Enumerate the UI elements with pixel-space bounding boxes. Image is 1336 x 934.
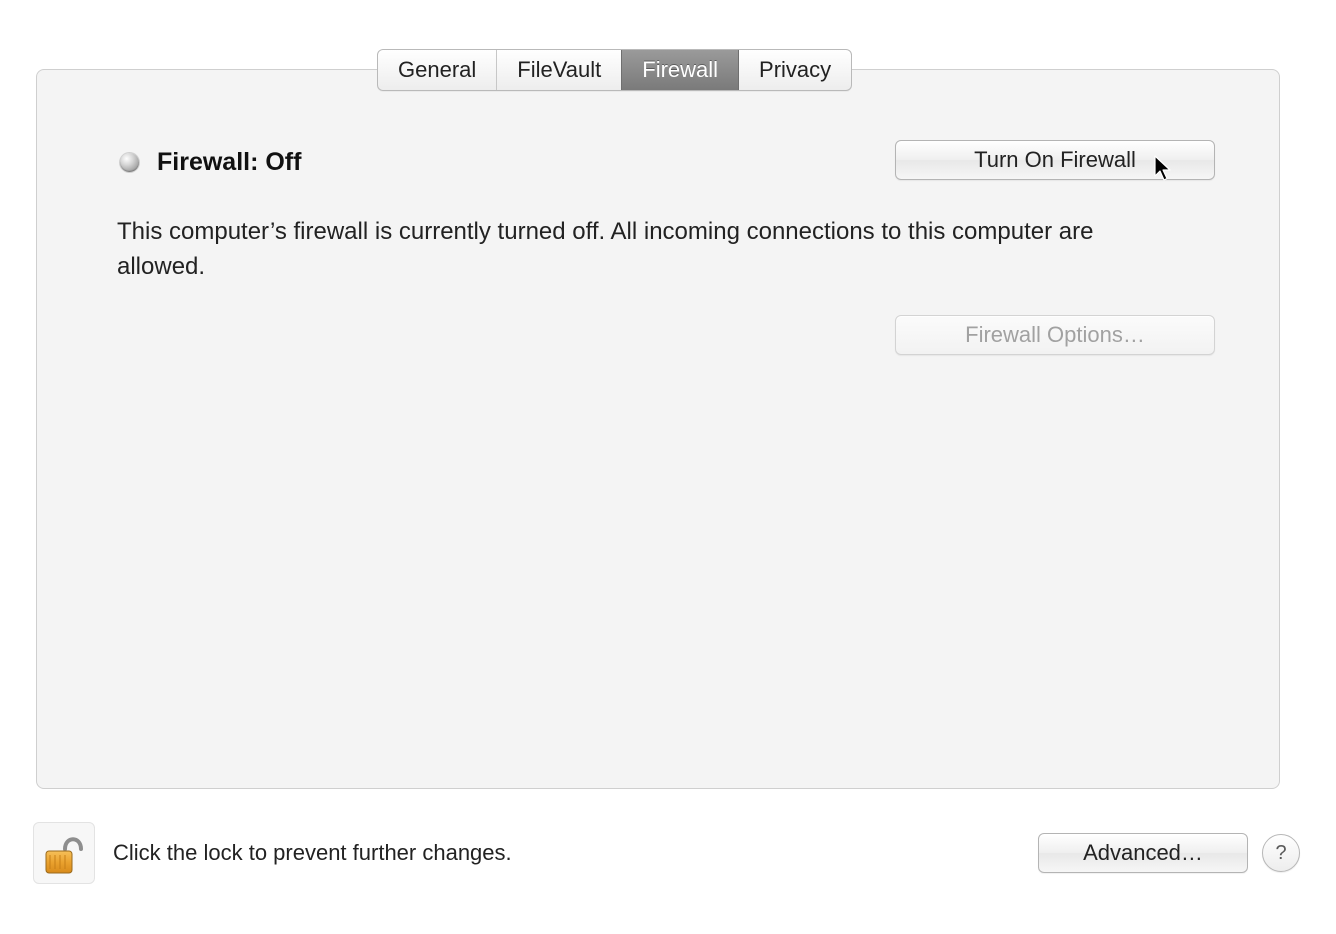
advanced-button[interactable]: Advanced… bbox=[1038, 833, 1248, 873]
tab-general[interactable]: General bbox=[378, 50, 496, 90]
lock-hint-text: Click the lock to prevent further change… bbox=[113, 840, 1038, 866]
firewall-status-title: Firewall: Off bbox=[157, 148, 301, 177]
footer-bar: Click the lock to prevent further change… bbox=[33, 818, 1300, 888]
security-tabs: General FileVault Firewall Privacy bbox=[377, 49, 852, 91]
tab-privacy[interactable]: Privacy bbox=[738, 50, 851, 90]
tab-filevault[interactable]: FileVault bbox=[496, 50, 621, 90]
unlocked-lock-icon bbox=[43, 829, 85, 877]
help-button[interactable]: ? bbox=[1262, 834, 1300, 872]
tab-firewall[interactable]: Firewall bbox=[621, 50, 738, 90]
firewall-description: This computer’s firewall is currently tu… bbox=[117, 215, 1117, 285]
status-indicator-icon bbox=[120, 153, 139, 172]
firewall-status-row: Firewall: Off bbox=[120, 148, 301, 177]
lock-button[interactable] bbox=[33, 822, 95, 884]
firewall-options-button: Firewall Options… bbox=[895, 315, 1215, 355]
turn-on-firewall-button[interactable]: Turn On Firewall bbox=[895, 140, 1215, 180]
